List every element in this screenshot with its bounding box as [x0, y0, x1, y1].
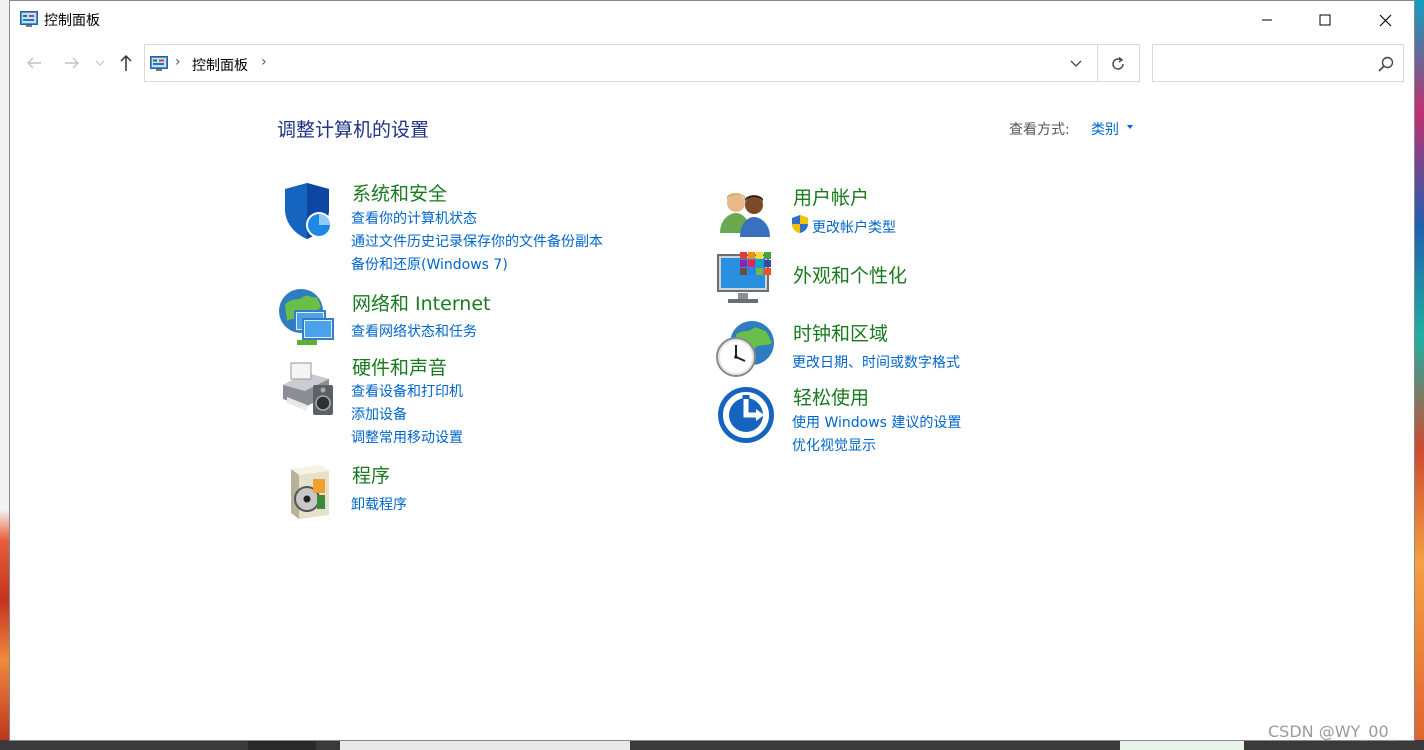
control-panel-icon — [20, 11, 38, 27]
desktop-background-left — [0, 0, 9, 750]
navigation-bar: › 控制面板 › — [10, 43, 1414, 83]
monitor-palette-icon[interactable] — [716, 249, 776, 309]
link-optimize-visual-display[interactable]: 优化视觉显示 — [792, 435, 876, 455]
minimize-button[interactable] — [1238, 1, 1296, 39]
taskbar-segment — [340, 740, 630, 750]
category-title[interactable]: 系统和安全 — [352, 179, 447, 206]
link-uninstall-program[interactable]: 卸载程序 — [351, 494, 407, 514]
watermark-text: CSDN @WY_00_ — [1268, 722, 1397, 741]
printer-speaker-icon[interactable] — [277, 359, 337, 419]
refresh-button[interactable] — [1105, 53, 1131, 75]
view-by-dropdown[interactable]: 类别 — [1091, 119, 1119, 139]
taskbar-fragment — [0, 740, 1424, 750]
search-box[interactable] — [1152, 44, 1404, 82]
control-panel-window: 控制面板 › 控制面板 › 调整计算机的设置 查看方式: 类别 系统和安全 查看… — [9, 0, 1415, 741]
clock-globe-icon[interactable] — [716, 319, 776, 379]
chevron-down-icon — [1070, 60, 1082, 67]
link-change-account-type[interactable]: 更改帐户类型 — [812, 217, 896, 237]
link-change-date-time-format[interactable]: 更改日期、时间或数字格式 — [792, 352, 960, 372]
up-button[interactable] — [114, 51, 138, 75]
category-title[interactable]: 轻松使用 — [793, 383, 869, 410]
page-heading: 调整计算机的设置 — [277, 119, 430, 141]
shield-icon[interactable] — [277, 181, 337, 241]
taskbar-segment — [1120, 740, 1244, 750]
ease-of-access-icon[interactable] — [716, 385, 776, 445]
link-recommended-settings[interactable]: 使用 Windows 建议的设置 — [792, 412, 961, 432]
title-bar[interactable]: 控制面板 — [10, 1, 1414, 39]
address-dropdown-button[interactable] — [1065, 54, 1087, 74]
link-backup-restore[interactable]: 备份和还原(Windows 7) — [351, 254, 508, 274]
caret-down-icon[interactable] — [1127, 125, 1133, 129]
back-button[interactable] — [22, 51, 46, 75]
link-mobility-settings[interactable]: 调整常用移动设置 — [351, 427, 463, 447]
forward-button[interactable] — [60, 51, 84, 75]
link-file-history[interactable]: 通过文件历史记录保存你的文件备份副本 — [351, 231, 603, 251]
recent-locations-button[interactable] — [92, 51, 108, 75]
network-globe-icon[interactable] — [277, 287, 337, 347]
search-icon[interactable] — [1377, 55, 1395, 73]
close-icon — [1379, 14, 1391, 26]
chevron-down-icon — [95, 60, 105, 66]
search-input[interactable] — [1159, 51, 1373, 77]
category-title[interactable]: 硬件和声音 — [352, 353, 447, 380]
maximize-button[interactable] — [1296, 1, 1354, 39]
uac-shield-icon — [792, 215, 808, 233]
arrow-up-icon — [120, 54, 132, 71]
address-bar[interactable]: › 控制面板 › — [144, 44, 1140, 82]
window-title: 控制面板 — [44, 13, 100, 29]
control-panel-icon — [150, 56, 168, 71]
close-button[interactable] — [1356, 1, 1414, 39]
link-network-status[interactable]: 查看网络状态和任务 — [351, 321, 477, 341]
minimize-icon — [1262, 19, 1272, 21]
programs-disc-icon[interactable] — [277, 461, 337, 521]
breadcrumb-separator[interactable]: › — [175, 54, 181, 70]
category-title[interactable]: 程序 — [352, 461, 390, 488]
view-by-label: 查看方式: — [1009, 122, 1070, 138]
link-devices-printers[interactable]: 查看设备和打印机 — [351, 381, 463, 401]
refresh-icon — [1112, 56, 1124, 70]
category-title[interactable]: 外观和个性化 — [793, 261, 907, 288]
link-add-device[interactable]: 添加设备 — [351, 404, 407, 424]
link-view-computer-status[interactable]: 查看你的计算机状态 — [351, 208, 477, 228]
maximize-icon — [1319, 14, 1331, 26]
category-title[interactable]: 时钟和区域 — [793, 319, 888, 346]
breadcrumb-control-panel[interactable]: 控制面板 — [192, 55, 248, 75]
taskbar-segment — [248, 740, 316, 750]
arrow-right-icon — [65, 57, 79, 69]
users-icon[interactable] — [716, 183, 776, 243]
breadcrumb-separator[interactable]: › — [261, 54, 267, 70]
category-title[interactable]: 用户帐户 — [793, 183, 869, 210]
category-title[interactable]: 网络和 Internet — [352, 289, 490, 316]
arrow-left-icon — [27, 57, 41, 69]
divider — [1097, 45, 1098, 81]
